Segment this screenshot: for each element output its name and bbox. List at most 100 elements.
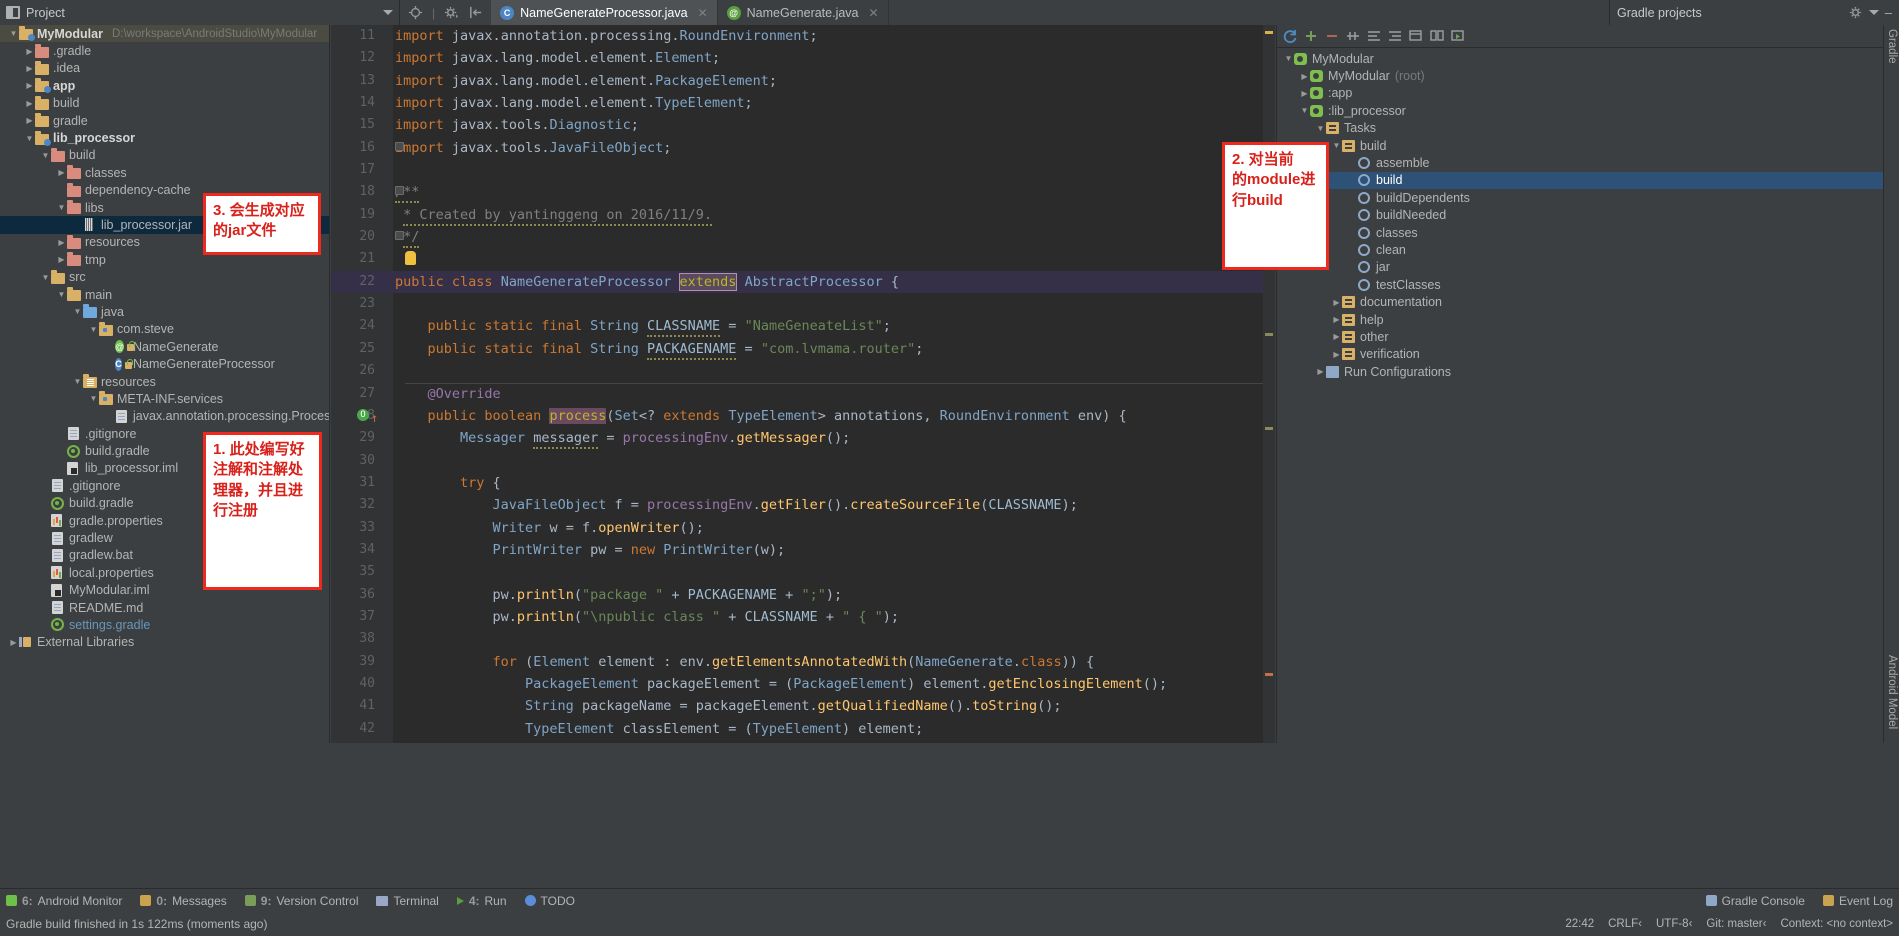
toggle-offline-icon[interactable] [1408, 28, 1424, 44]
tree-item-readme-md[interactable]: README.md [0, 599, 329, 616]
bottom-tab-version-control[interactable]: 9: Version Control [244, 894, 358, 908]
tree-item-gradle[interactable]: ▶ gradle [0, 112, 329, 129]
caret-position[interactable]: 22:42 [1565, 918, 1594, 930]
gradle-projects-panel[interactable]: ▼ MyModular ▶ MyModular (root) ▶:app ▼:lib_pro… [1276, 25, 1883, 743]
chevron-down-icon[interactable] [1868, 10, 1879, 15]
warning-marker[interactable] [1265, 31, 1273, 34]
collapse-icon[interactable] [468, 5, 483, 20]
tree-item-build[interactable]: ▼ build [0, 147, 329, 164]
code-line-42[interactable]: 42 TypeElement classElement = (TypeEleme… [331, 718, 1275, 740]
override-marker-icon[interactable]: O [357, 408, 369, 421]
tree-item-mymodular[interactable]: ▼ MyModular D:\workspace\AndroidStudio\MyM… [0, 25, 329, 43]
tree-item-classes[interactable]: ▶ classes [0, 164, 329, 181]
tree-item-namegenerate[interactable]: @ NameGenerate [0, 338, 329, 355]
collapse-arrow[interactable]: ▼ [1299, 106, 1310, 115]
expand-arrow[interactable]: ▶ [1331, 350, 1342, 359]
bottom-tab-messages[interactable]: 0: Messages [140, 894, 227, 908]
code-line-39[interactable]: 39 for (Element element : env.getElement… [331, 651, 1275, 673]
bottom-tab-android-monitor[interactable]: 6: Android Monitor [6, 894, 122, 908]
gradle-item-builddependents[interactable]: buildDependents [1277, 189, 1883, 206]
collapse-arrow[interactable]: ▼ [40, 273, 51, 282]
expand-arrow[interactable]: ▶ [24, 116, 35, 125]
tree-item-namegenerateprocessor[interactable]: C NameGenerateProcessor [0, 355, 329, 372]
code-line-18[interactable]: 18/** [331, 181, 1275, 204]
code-line-27[interactable]: 27 @Override [331, 382, 1275, 405]
code-line-41[interactable]: 41 String packageName = packageElement.g… [331, 695, 1275, 717]
change-marker[interactable] [1265, 427, 1273, 430]
intention-bulb-icon[interactable] [405, 251, 416, 266]
bottom-tab-terminal[interactable]: Terminal [376, 894, 439, 908]
project-panel-header[interactable]: Project [0, 0, 400, 25]
gear-icon[interactable] [444, 5, 459, 20]
gradle-item-other[interactable]: ▶ other [1277, 328, 1883, 345]
collapse-arrow[interactable]: ▼ [24, 134, 35, 143]
collapse-arrow[interactable]: ▼ [1283, 54, 1294, 63]
code-line-35[interactable]: 35 [331, 561, 1275, 583]
tree-item--idea[interactable]: ▶ .idea [0, 60, 329, 77]
code-line-38[interactable]: 38 [331, 628, 1275, 650]
collapse-arrow[interactable]: ▼ [88, 394, 99, 403]
code-line-20[interactable]: 20 */ [331, 226, 1275, 249]
gradle-item--lib-processor[interactable]: ▼:lib_processor [1277, 102, 1883, 119]
code-line-28[interactable]: 28 public boolean process(Set<? extends … [331, 405, 1275, 427]
editor-tab-0[interactable]: C NameGenerateProcessor.java ✕ [491, 0, 718, 25]
expand-arrow[interactable]: ▶ [24, 99, 35, 108]
code-line-24[interactable]: 24 public static final String CLASSNAME … [331, 315, 1275, 338]
expand-arrow[interactable]: ▶ [1299, 72, 1310, 81]
collapse-arrow[interactable]: ▼ [72, 377, 83, 386]
code-line-31[interactable]: 31 try { [331, 472, 1275, 494]
code-line-40[interactable]: 40 PackageElement packageElement = (Pack… [331, 673, 1275, 695]
expand-arrow[interactable]: ▶ [1331, 332, 1342, 341]
code-line-16[interactable]: 16 import javax.tools.JavaFileObject; [331, 137, 1275, 159]
line-separator[interactable]: CRLF‹ [1608, 918, 1642, 930]
code-line-23[interactable]: 23 [331, 293, 1275, 315]
add-icon[interactable] [1303, 28, 1319, 44]
fold-handle-icon[interactable] [395, 141, 404, 151]
close-icon[interactable]: ✕ [698, 6, 708, 20]
tree-item-app[interactable]: ▶ app [0, 77, 329, 94]
tree-item--gradle[interactable]: ▶ .gradle [0, 42, 329, 59]
expand-arrow[interactable]: ▶ [24, 81, 35, 90]
gradle-item-run-configurations[interactable]: ▶ Run Configurations [1277, 363, 1883, 380]
chevron-down-icon[interactable] [383, 10, 393, 15]
bottom-tab-todo[interactable]: TODO [524, 894, 575, 908]
code-content[interactable]: 11 import javax.annotation.processing.Rou… [331, 25, 1275, 743]
gradle-task-tree[interactable]: ▼ MyModular ▶ MyModular (root) ▶:app ▼:lib_pro… [1277, 48, 1883, 380]
tree-item-javax-annotation-processing-processor[interactable]: javax.annotation.processing.Processor [0, 408, 329, 425]
expand-all-icon[interactable] [1366, 28, 1382, 44]
tree-item-meta-inf-services[interactable]: ▼ META-INF.services [0, 390, 329, 407]
expand-arrow[interactable]: ▶ [56, 238, 67, 247]
bottom-tab-gradle-console[interactable]: Gradle Console [1705, 894, 1805, 908]
vertical-tab-android-model[interactable]: Android Model [1886, 655, 1898, 729]
gradle-item-buildneeded[interactable]: buildNeeded [1277, 207, 1883, 224]
tree-item-main[interactable]: ▼ main [0, 286, 329, 303]
collapse-arrow[interactable]: ▼ [40, 151, 51, 160]
collapse-all-icon[interactable] [1387, 28, 1403, 44]
expand-arrow[interactable]: ▶ [8, 638, 19, 647]
editor-tab-1[interactable]: @ NameGenerate.java ✕ [718, 0, 889, 25]
code-line-36[interactable]: 36 pw.println("package " + PACKAGENAME +… [331, 584, 1275, 606]
code-line-15[interactable]: 15 import javax.tools.Diagnostic; [331, 114, 1275, 136]
code-line-14[interactable]: 14 import javax.lang.model.element.TypeEl… [331, 92, 1275, 114]
collapse-arrow[interactable]: ▼ [1331, 141, 1342, 150]
vertical-tab-gradle[interactable]: Gradle [1886, 29, 1898, 64]
code-line-17[interactable]: 17 [331, 159, 1275, 181]
fold-handle-icon[interactable] [395, 231, 404, 241]
collapse-arrow[interactable]: ▼ [1315, 124, 1326, 133]
gradle-item-testclasses[interactable]: testClasses [1277, 276, 1883, 293]
gradle-item-documentation[interactable]: ▶ documentation [1277, 293, 1883, 310]
gradle-item--app[interactable]: ▶:app [1277, 85, 1883, 102]
expand-arrow[interactable]: ▶ [1315, 367, 1326, 376]
code-line-26[interactable]: 26 [331, 360, 1275, 382]
expand-arrow[interactable]: ▶ [56, 255, 67, 264]
gradle-item-build[interactable]: ▼ build [1277, 137, 1883, 154]
bottom-tab-event-log[interactable]: Event Log [1822, 894, 1893, 908]
tree-item-com-steve[interactable]: ▼ com.steve [0, 321, 329, 338]
minimize-icon[interactable]: – [1885, 5, 1892, 20]
collapse-arrow[interactable]: ▼ [56, 203, 67, 212]
gradle-item-jar[interactable]: jar [1277, 259, 1883, 276]
collapse-arrow[interactable]: ▼ [56, 290, 67, 299]
tree-item-external-libraries[interactable]: ▶ External Libraries [0, 634, 329, 651]
gear-icon[interactable] [1848, 5, 1863, 20]
gradle-item-assemble[interactable]: assemble [1277, 154, 1883, 171]
